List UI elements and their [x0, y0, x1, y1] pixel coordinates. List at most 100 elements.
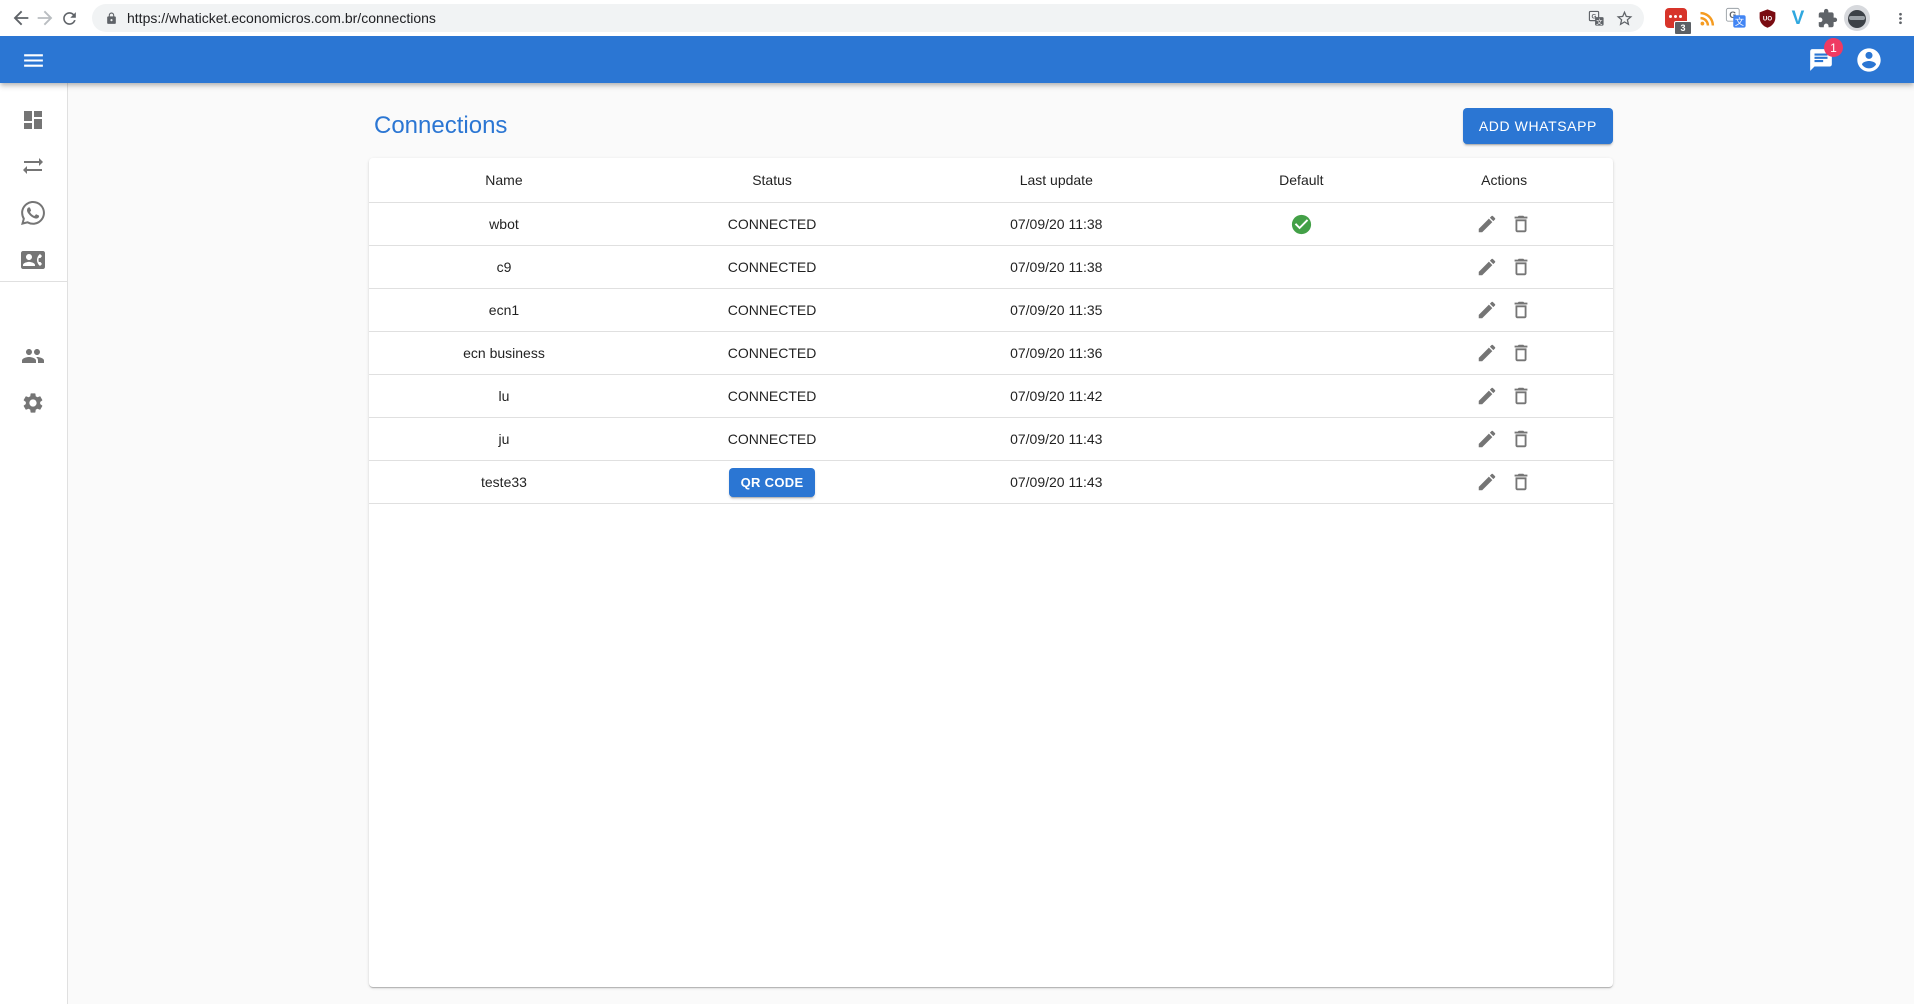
edit-pencil-icon — [1476, 385, 1498, 407]
column-header-name: Name — [369, 158, 639, 203]
connection-name: ju — [369, 418, 639, 461]
profile-avatar[interactable] — [1844, 5, 1870, 31]
contact-phone-icon — [21, 248, 45, 272]
table-row: ecn business CONNECTED 07/09/20 11:36 — [369, 332, 1613, 375]
menu-kebab-icon[interactable] — [1888, 6, 1912, 30]
edit-pencil-icon — [1476, 471, 1498, 493]
connection-name: ecn1 — [369, 289, 639, 332]
sync-alt-icon — [21, 154, 45, 178]
add-whatsapp-button[interactable]: ADD WHATSAPP — [1463, 108, 1613, 144]
connection-status: CONNECTED — [728, 302, 817, 318]
delete-trash-icon — [1510, 256, 1532, 278]
edit-connection-button[interactable] — [1476, 213, 1498, 235]
default-check-icon — [1290, 213, 1313, 236]
sidebar-item-dashboard[interactable] — [21, 108, 45, 132]
page-title: Connections — [374, 112, 507, 140]
translate-page-icon[interactable]: G文 — [1588, 10, 1605, 27]
connection-name: c9 — [369, 246, 639, 289]
edit-connection-button[interactable] — [1476, 471, 1498, 493]
app-bar: 1 — [0, 36, 1914, 83]
delete-trash-icon — [1510, 428, 1532, 450]
dashboard-icon — [21, 108, 45, 132]
delete-trash-icon — [1510, 342, 1532, 364]
delete-connection-button[interactable] — [1510, 428, 1532, 450]
connection-last-update: 07/09/20 11:35 — [905, 289, 1207, 332]
menu-button[interactable] — [15, 48, 51, 72]
delete-connection-button[interactable] — [1510, 342, 1532, 364]
connection-status: CONNECTED — [728, 388, 817, 404]
connections-table: Name Status Last update Default Actions … — [369, 158, 1613, 504]
table-row: teste33 QR CODE 07/09/20 11:43 — [369, 461, 1613, 504]
delete-connection-button[interactable] — [1510, 385, 1532, 407]
menu-hamburger-icon — [21, 48, 46, 73]
edit-connection-button[interactable] — [1476, 385, 1498, 407]
bookmark-star-icon[interactable] — [1615, 9, 1634, 28]
delete-trash-icon — [1510, 299, 1532, 321]
edit-pencil-icon — [1476, 428, 1498, 450]
settings-gear-icon — [21, 391, 45, 415]
forward-icon — [34, 7, 56, 29]
connection-last-update: 07/09/20 11:36 — [905, 332, 1207, 375]
back-icon — [10, 7, 32, 29]
rss-extension-icon[interactable] — [1695, 6, 1719, 30]
ublock-extension-icon[interactable]: UO — [1755, 6, 1779, 30]
sidebar-divider — [0, 281, 67, 282]
forward-button[interactable] — [33, 6, 57, 30]
connection-name: lu — [369, 375, 639, 418]
edit-connection-button[interactable] — [1476, 299, 1498, 321]
refresh-icon — [60, 9, 79, 28]
table-row: lu CONNECTED 07/09/20 11:42 — [369, 375, 1613, 418]
vimeo-extension-icon[interactable]: V — [1786, 6, 1810, 30]
table-row: wbot CONNECTED 07/09/20 11:38 — [369, 203, 1613, 246]
edit-connection-button[interactable] — [1476, 256, 1498, 278]
connection-status: CONNECTED — [728, 345, 817, 361]
account-button[interactable] — [1855, 46, 1883, 74]
edit-pencil-icon — [1476, 299, 1498, 321]
edit-connection-button[interactable] — [1476, 428, 1498, 450]
edit-connection-button[interactable] — [1476, 342, 1498, 364]
column-header-actions: Actions — [1395, 158, 1613, 203]
table-row: c9 CONNECTED 07/09/20 11:38 — [369, 246, 1613, 289]
delete-connection-button[interactable] — [1510, 299, 1532, 321]
account-circle-icon — [1855, 46, 1883, 74]
red-dots-extension-icon[interactable]: 3 — [1664, 6, 1688, 30]
sidebar-item-settings[interactable] — [21, 391, 45, 415]
back-button[interactable] — [9, 6, 33, 30]
screen: https://whaticket.economicros.com.br/con… — [0, 0, 1914, 1004]
page-header: Connections ADD WHATSAPP — [369, 107, 1613, 145]
svg-text:文: 文 — [1596, 16, 1603, 25]
puzzle-extensions-icon[interactable] — [1815, 6, 1839, 30]
sidebar-item-users[interactable] — [21, 344, 45, 368]
connection-name: ecn business — [369, 332, 639, 375]
connection-last-update: 07/09/20 11:38 — [905, 203, 1207, 246]
lock-icon — [105, 12, 118, 25]
connection-status: CONNECTED — [728, 431, 817, 447]
connection-name: wbot — [369, 203, 639, 246]
qr-code-button[interactable]: QR CODE — [729, 468, 816, 497]
column-header-default: Default — [1207, 158, 1395, 203]
table-row: ecn1 CONNECTED 07/09/20 11:35 — [369, 289, 1613, 332]
notification-badge: 1 — [1824, 38, 1843, 57]
delete-connection-button[interactable] — [1510, 256, 1532, 278]
edit-pencil-icon — [1476, 213, 1498, 235]
sidebar-item-connections[interactable] — [21, 154, 45, 178]
svg-text:UO: UO — [1762, 15, 1771, 22]
sidebar — [0, 83, 68, 1004]
delete-trash-icon — [1510, 471, 1532, 493]
delete-connection-button[interactable] — [1510, 471, 1532, 493]
column-header-last-update: Last update — [905, 158, 1207, 203]
url-text[interactable]: https://whaticket.economicros.com.br/con… — [127, 10, 1588, 26]
translate-extension-icon[interactable]: G文 — [1724, 6, 1748, 30]
sidebar-item-contacts[interactable] — [21, 248, 45, 272]
delete-trash-icon — [1510, 213, 1532, 235]
refresh-button[interactable] — [57, 6, 81, 30]
connection-last-update: 07/09/20 11:43 — [905, 418, 1207, 461]
browser-toolbar: https://whaticket.economicros.com.br/con… — [0, 0, 1914, 36]
table-row: ju CONNECTED 07/09/20 11:43 — [369, 418, 1613, 461]
delete-connection-button[interactable] — [1510, 213, 1532, 235]
sidebar-item-tickets[interactable] — [21, 201, 45, 225]
whatsapp-icon — [21, 201, 45, 225]
omnibox[interactable]: https://whaticket.economicros.com.br/con… — [92, 4, 1644, 32]
connection-status: CONNECTED — [728, 259, 817, 275]
people-icon — [21, 344, 45, 368]
